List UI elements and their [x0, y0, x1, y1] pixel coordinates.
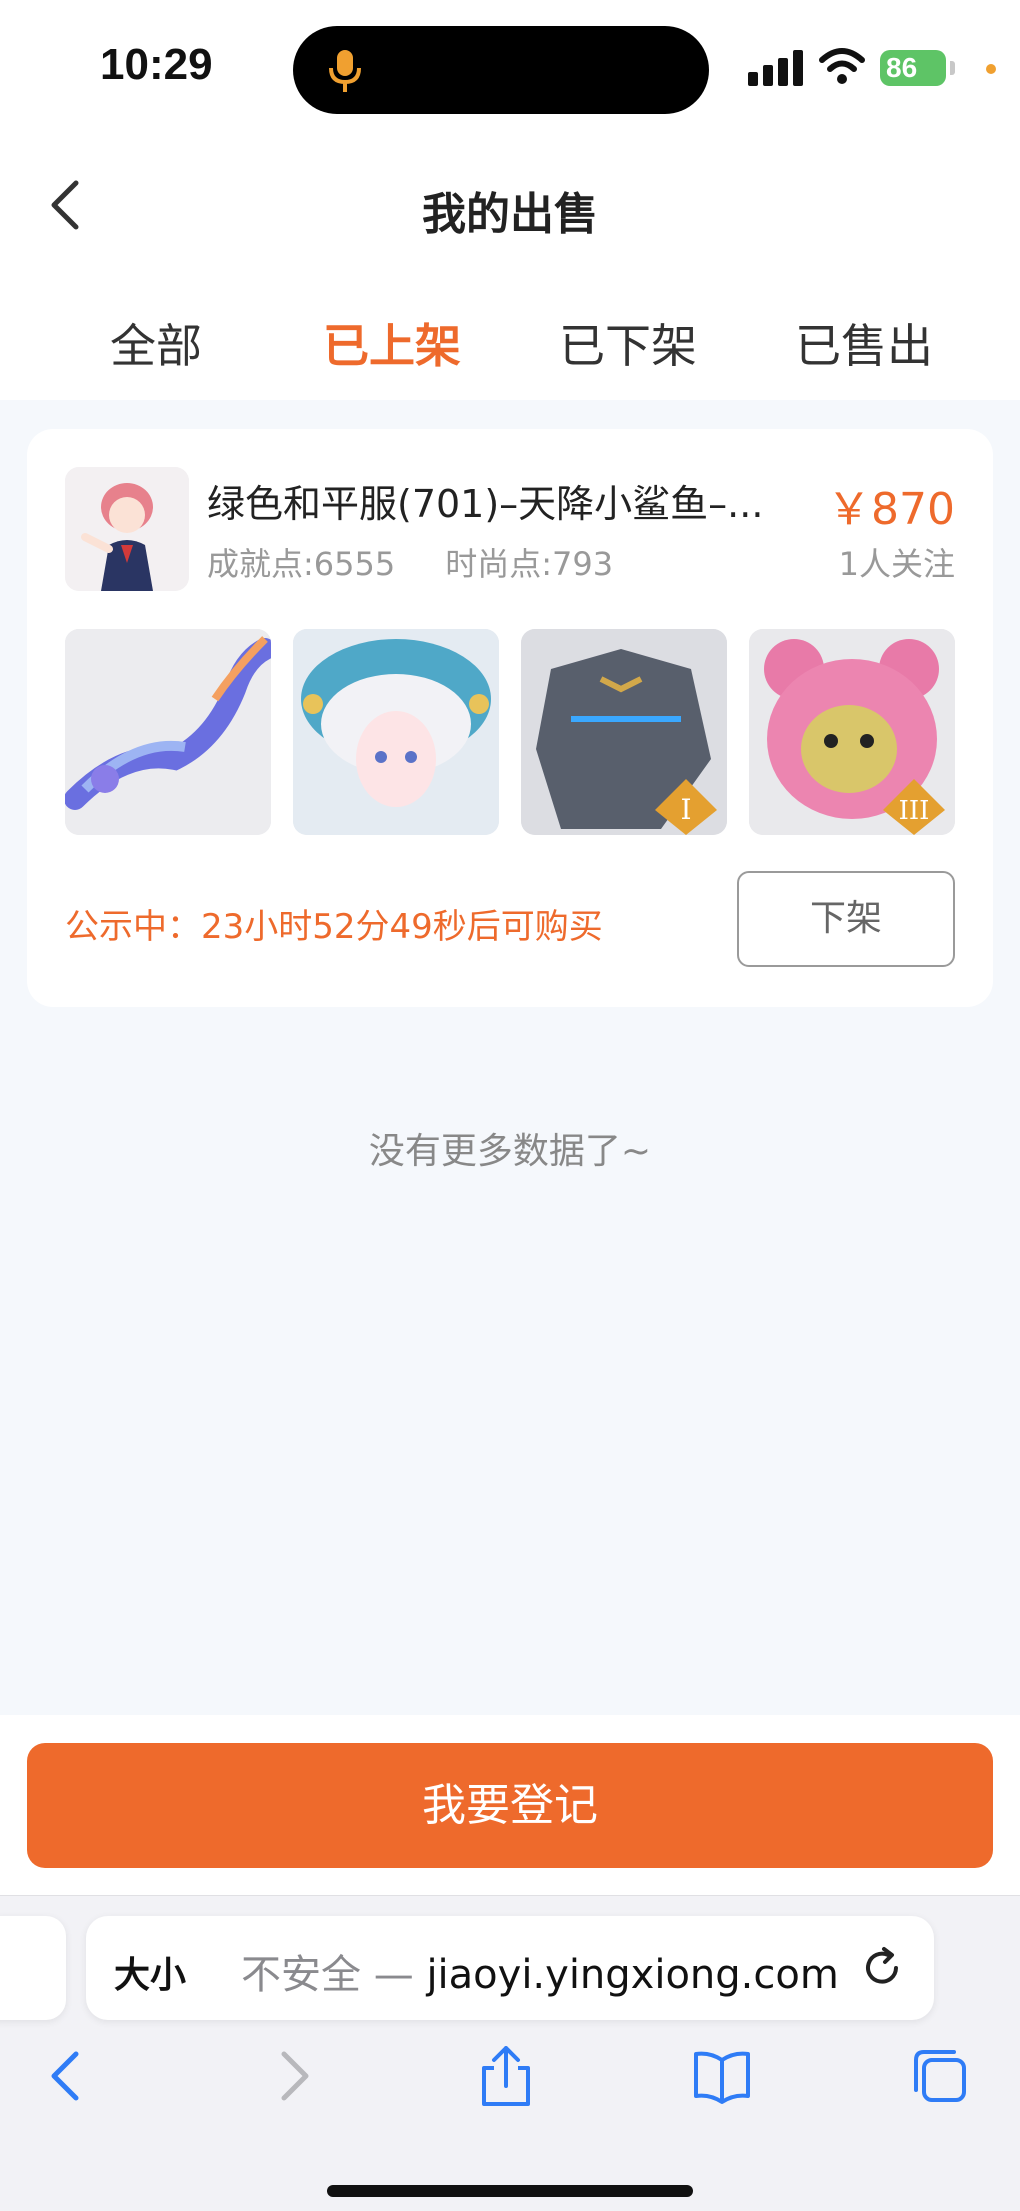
browser-toolbar: 大小 不安全 — jiaoyi.yingxiong.com: [0, 1895, 1020, 2211]
battery-indicator: 86: [880, 50, 946, 86]
no-more-data-text: 没有更多数据了~: [368, 1131, 652, 1172]
dynamic-island: [293, 26, 709, 114]
register-button[interactable]: 我要登记: [27, 1743, 993, 1868]
tab-delisted[interactable]: 已下架: [508, 310, 748, 376]
follower-count: 1人关注: [838, 545, 955, 583]
tabs-icon[interactable]: [910, 2046, 970, 2106]
url-text[interactable]: 不安全 — jiaoyi.yingxiong.com: [241, 1942, 839, 2000]
status-time: 10:29: [100, 40, 213, 89]
status-bar: 10:29 86: [0, 0, 1020, 130]
tab-all[interactable]: 全部: [36, 310, 276, 376]
home-indicator: [327, 2185, 693, 2197]
insecure-label: 不安全 —: [241, 1952, 427, 1998]
listing-card[interactable]: 绿色和平服(701)–天降小鲨鱼–... ￥870 成就点:6555 时尚点:79…: [27, 429, 993, 1007]
nav-bar: 我的出售: [0, 130, 1020, 280]
item-thumbnails: I III: [65, 629, 955, 835]
listing-price: ￥870: [827, 484, 955, 535]
browser-back-icon[interactable]: [38, 2046, 98, 2106]
content-area: 绿色和平服(701)–天降小鲨鱼–... ￥870 成就点:6555 时尚点:79…: [0, 400, 1020, 1715]
cellular-signal-icon: [748, 50, 803, 86]
address-bar[interactable]: 大小 不安全 — jiaoyi.yingxiong.com: [86, 1916, 934, 2020]
achievement-points: 成就点:6555: [207, 545, 396, 583]
browser-forward-icon[interactable]: [262, 2046, 322, 2106]
delist-button[interactable]: 下架: [737, 871, 955, 967]
tab-listed[interactable]: 已上架: [272, 310, 512, 376]
tab-bar: 全部 已上架 已下架 已售出: [0, 290, 1020, 400]
publicity-countdown: 公示中：23小时52分49秒后可购买: [65, 907, 603, 947]
fashion-points: 时尚点:793: [445, 545, 614, 583]
previous-tab-peek[interactable]: [0, 1916, 66, 2020]
listing-title[interactable]: 绿色和平服(701)–天降小鲨鱼–...: [207, 473, 767, 528]
svg-text:III: III: [899, 796, 930, 826]
privacy-dot: [986, 64, 996, 74]
listing-stats: 成就点:6555 时尚点:793: [207, 539, 663, 585]
rock-golem-thumbnail[interactable]: I: [521, 629, 727, 835]
page-title: 我的出售: [422, 189, 598, 240]
url-domain: jiaoyi.yingxiong.com: [426, 1952, 839, 1998]
reload-icon[interactable]: [860, 1946, 904, 1990]
bookmarks-icon[interactable]: [692, 2046, 752, 2106]
microphone-icon: [329, 50, 361, 92]
cloud-character-thumbnail[interactable]: [293, 629, 499, 835]
character-avatar: [65, 467, 189, 591]
wifi-icon: [819, 48, 865, 84]
share-icon[interactable]: [476, 2046, 536, 2106]
pink-bear-thumbnail[interactable]: III: [749, 629, 955, 835]
battery-cap: [950, 61, 955, 75]
tab-sold[interactable]: 已售出: [744, 310, 984, 376]
svg-text:I: I: [680, 793, 691, 826]
text-size-button[interactable]: 大小: [114, 1946, 186, 1998]
dragon-mount-thumbnail[interactable]: [65, 629, 271, 835]
